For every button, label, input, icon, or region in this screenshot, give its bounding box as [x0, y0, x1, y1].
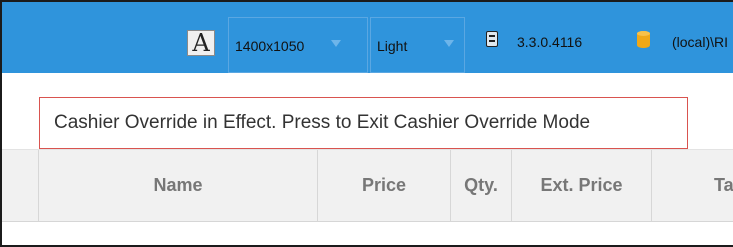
column-header-tax[interactable]: Tax [652, 150, 733, 221]
dropdown-caret-icon [331, 40, 341, 47]
exit-cashier-override-button[interactable]: Cashier Override in Effect. Press to Exi… [39, 97, 688, 149]
column-header-name[interactable]: Name [39, 150, 317, 221]
resolution-dropdown[interactable]: 1400x1050 [228, 17, 368, 73]
app-window: A 1400x1050 Light 3.3.0.4116 (local)\RI … [0, 0, 733, 247]
theme-value: Light [377, 38, 408, 54]
resolution-value: 1400x1050 [235, 38, 305, 54]
version-label: 3.3.0.4116 [517, 34, 583, 50]
column-header-qty[interactable]: Qty. [451, 150, 511, 221]
server-label: (local)\RI [672, 34, 729, 50]
grid-header: Name Price Qty. Ext. Price Tax [2, 150, 733, 222]
top-toolbar: A 1400x1050 Light 3.3.0.4116 (local)\RI [2, 2, 733, 73]
override-banner-text: Cashier Override in Effect. Press to Exi… [54, 112, 591, 133]
version-icon [486, 31, 498, 47]
font-size-icon[interactable]: A [187, 30, 215, 56]
column-header-ext-price[interactable]: Ext. Price [512, 150, 651, 221]
dropdown-caret-icon [444, 40, 454, 47]
grid-body [2, 222, 733, 245]
database-icon [637, 31, 650, 48]
theme-dropdown[interactable]: Light [370, 17, 465, 73]
column-header-price[interactable]: Price [318, 150, 450, 221]
